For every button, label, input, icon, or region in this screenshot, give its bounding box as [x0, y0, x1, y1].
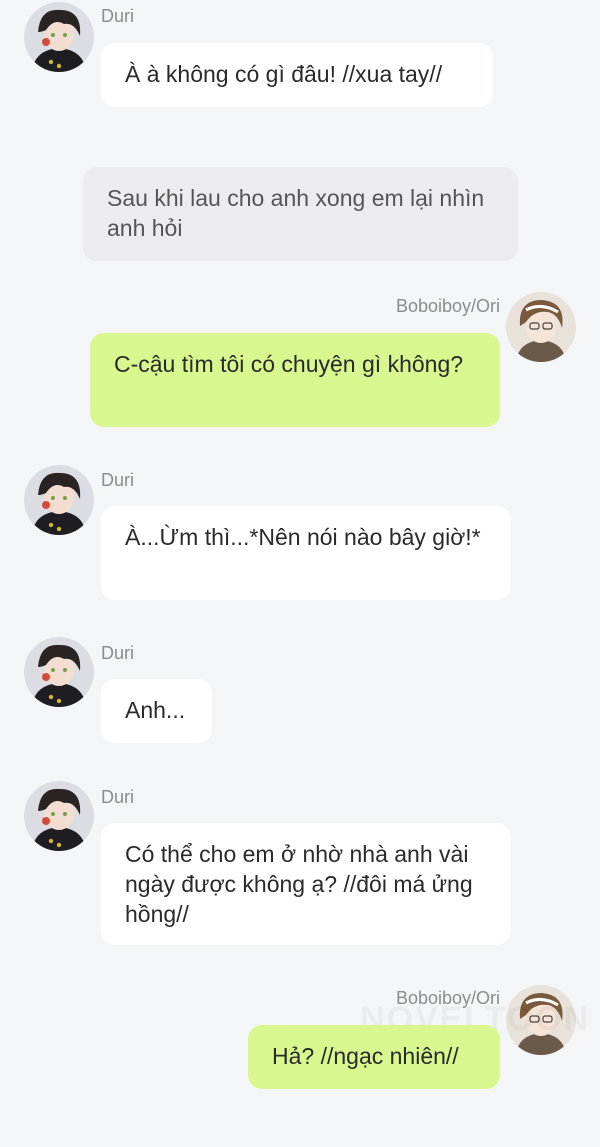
duri-avatar-icon [24, 465, 94, 535]
duri-avatar-icon [24, 781, 94, 851]
sender-name: Duri [101, 470, 135, 490]
message-bubble[interactable]: Có thể cho em ở nhờ nhà anh vài ngày đượ… [101, 823, 511, 945]
message-bubble[interactable]: Anh... [101, 679, 212, 743]
message-bubble[interactable]: Hả? //ngạc nhiên// [248, 1025, 500, 1089]
duri-avatar-icon [24, 637, 94, 707]
sender-name: Duri [101, 643, 135, 663]
message-bubble[interactable]: C-cậu tìm tôi có chuyện gì không? [90, 333, 500, 427]
duri-avatar[interactable] [24, 2, 94, 72]
chat-thread[interactable]: Duri À à không có gì đâu! //xua tay// Sa… [0, 0, 600, 1147]
sender-name: Duri [101, 6, 135, 26]
message-bubble[interactable]: À...Ừm thì...*Nên nói nào bây giờ!* [101, 506, 511, 600]
message-bubble[interactable]: À à không có gì đâu! //xua tay// [101, 43, 493, 107]
ori-avatar-icon [506, 292, 576, 362]
narration-bubble: Sau khi lau cho anh xong em lại nhìn anh… [83, 167, 518, 261]
sender-name: Duri [101, 787, 135, 807]
duri-avatar[interactable] [24, 465, 94, 535]
duri-avatar[interactable] [24, 637, 94, 707]
duri-avatar[interactable] [24, 781, 94, 851]
ori-avatar[interactable] [506, 292, 576, 362]
duri-avatar-icon [24, 2, 94, 72]
sender-name: Boboiboy/Ori [395, 296, 500, 316]
